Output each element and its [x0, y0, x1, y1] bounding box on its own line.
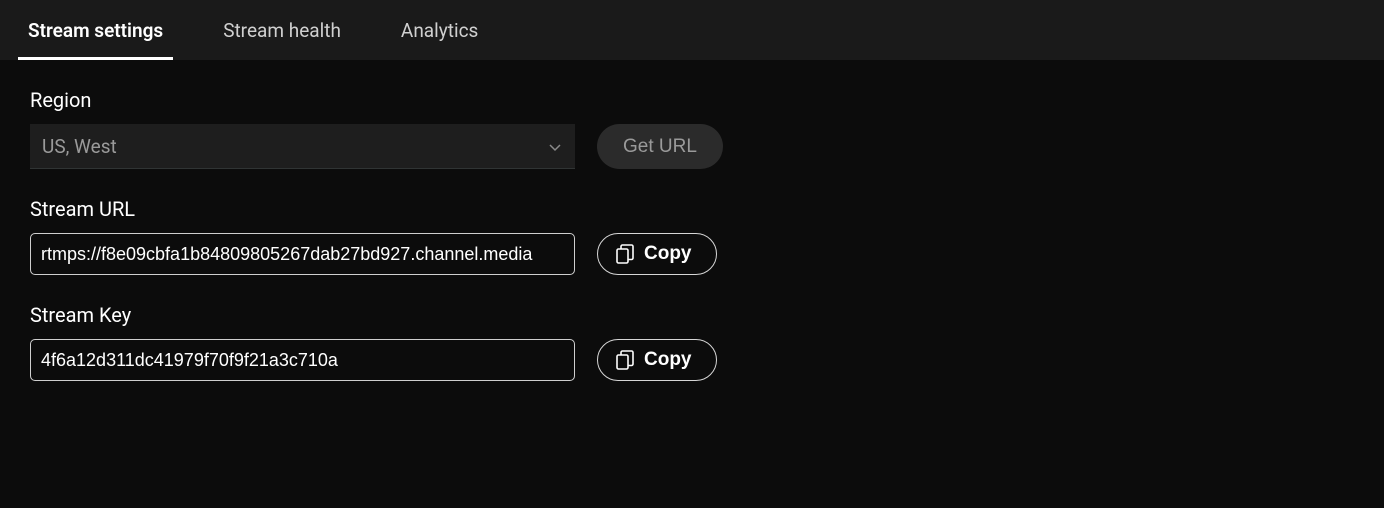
button-label: Get URL — [623, 136, 697, 157]
button-label: Copy — [644, 349, 692, 371]
content-area: Region US, West Get URL Stream URL Copy … — [0, 60, 1384, 437]
tab-analytics[interactable]: Analytics — [391, 0, 488, 60]
tab-label: Analytics — [401, 19, 478, 42]
region-row: US, West Get URL — [30, 124, 1354, 169]
tab-bar: Stream settings Stream health Analytics — [0, 0, 1384, 60]
copy-stream-url-button[interactable]: Copy — [597, 233, 717, 275]
button-label: Copy — [644, 243, 692, 265]
region-select[interactable]: US, West — [30, 124, 575, 169]
copy-icon — [616, 244, 634, 264]
tab-stream-health[interactable]: Stream health — [213, 0, 351, 60]
copy-icon — [616, 350, 634, 370]
get-url-button[interactable]: Get URL — [597, 124, 723, 169]
copy-stream-key-button[interactable]: Copy — [597, 339, 717, 381]
tab-label: Stream health — [223, 19, 341, 42]
stream-key-input[interactable] — [30, 339, 575, 381]
region-selected-value: US, West — [42, 135, 117, 158]
stream-url-input[interactable] — [30, 233, 575, 275]
chevron-down-icon — [549, 137, 561, 156]
region-label: Region — [30, 88, 1354, 112]
stream-url-row: Copy — [30, 233, 1354, 275]
stream-url-label: Stream URL — [30, 197, 1354, 221]
stream-key-row: Copy — [30, 339, 1354, 381]
tab-stream-settings[interactable]: Stream settings — [18, 0, 173, 60]
tab-label: Stream settings — [28, 19, 163, 42]
stream-key-label: Stream Key — [30, 303, 1354, 327]
